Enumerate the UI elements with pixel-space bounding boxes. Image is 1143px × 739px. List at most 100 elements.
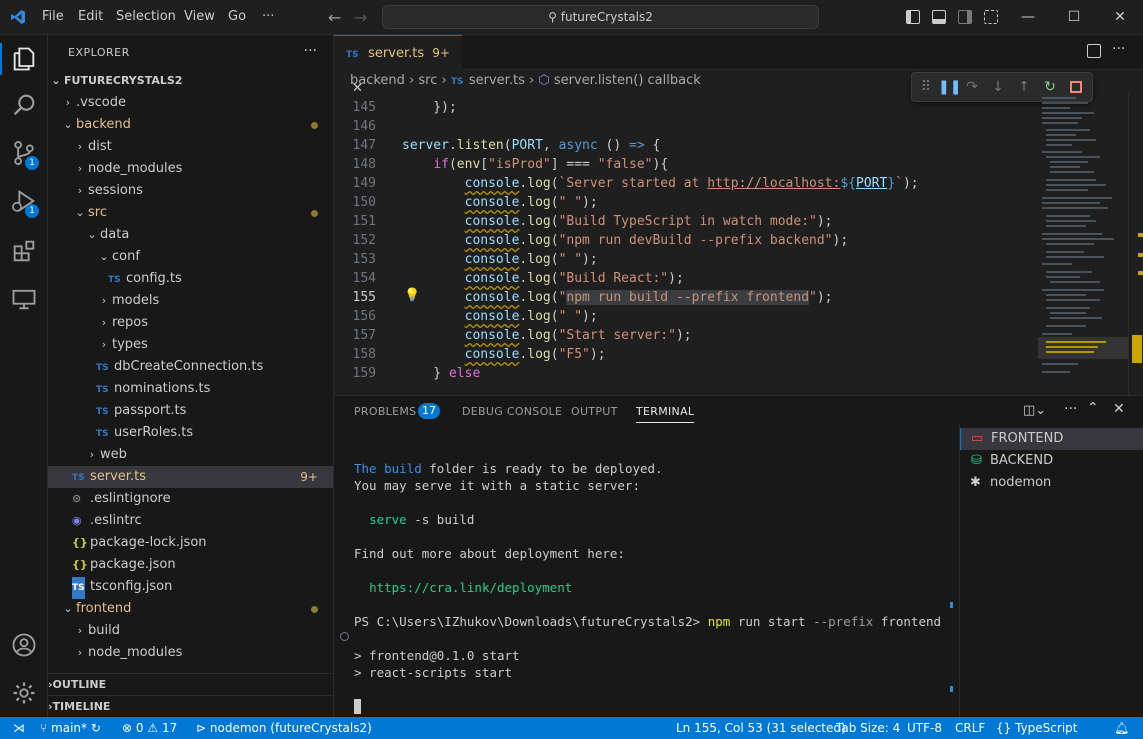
settings-gear-icon[interactable] bbox=[10, 679, 38, 707]
explorer-icon[interactable] bbox=[10, 45, 38, 73]
language-mode[interactable]: {} TypeScript bbox=[996, 717, 1077, 739]
close-window-icon[interactable]: ✕ bbox=[1108, 5, 1132, 29]
code-line[interactable]: 150 console.log(" "); bbox=[334, 193, 1038, 212]
code-line[interactable]: 148 if(env["isProd"] === "false"){ bbox=[334, 155, 1038, 174]
menu-view[interactable]: View bbox=[184, 9, 215, 24]
tree-item[interactable]: {} package.json bbox=[48, 554, 333, 576]
command-decoration-icon[interactable] bbox=[340, 632, 349, 641]
tree-item[interactable]: › models bbox=[48, 290, 333, 312]
tree-item[interactable]: › repos bbox=[48, 312, 333, 334]
breadcrumb-file[interactable]: server.ts bbox=[469, 73, 525, 88]
extensions-icon[interactable] bbox=[10, 237, 38, 265]
tree-item[interactable]: TS userRoles.ts bbox=[48, 422, 333, 444]
tab-output[interactable]: OUTPUT bbox=[571, 405, 618, 418]
tab-problems[interactable]: PROBLEMS bbox=[354, 405, 416, 418]
end-of-line[interactable]: CRLF bbox=[955, 717, 985, 739]
tree-item[interactable]: {} package-lock.json bbox=[48, 532, 333, 554]
forward-arrow-icon[interactable]: → bbox=[354, 8, 367, 27]
tree-item[interactable]: › web bbox=[48, 444, 333, 466]
tree-item[interactable]: ⌄ frontend bbox=[48, 598, 333, 620]
code-view[interactable]: 145 }); 146 147 server.listen(PORT, async (… bbox=[334, 98, 1038, 395]
code-line[interactable]: 156 console.log(" "); bbox=[334, 307, 1038, 326]
code-line[interactable]: 151 console.log("Build TypeScript in wat… bbox=[334, 212, 1038, 231]
tree-item[interactable]: TS config.ts bbox=[48, 268, 333, 290]
drag-handle-icon[interactable]: ⠿ bbox=[918, 79, 934, 95]
breadcrumb-backend[interactable]: backend bbox=[350, 73, 405, 88]
tab-terminal[interactable]: TERMINAL bbox=[636, 405, 695, 423]
toggle-panel-icon[interactable] bbox=[932, 10, 946, 24]
editor-more-icon[interactable]: ··· bbox=[1112, 41, 1125, 57]
maximize-panel-icon[interactable]: ⌃ bbox=[1087, 400, 1099, 416]
sidebar-more-icon[interactable]: ··· bbox=[304, 43, 317, 59]
code-line[interactable]: 158 console.log("F5"); bbox=[334, 345, 1038, 364]
cursor-position[interactable]: Ln 155, Col 53 (31 selected) bbox=[676, 717, 846, 739]
code-line[interactable]: 147 server.listen(PORT, async () => { bbox=[334, 136, 1038, 155]
menu-file[interactable]: File bbox=[42, 9, 64, 24]
tree-item[interactable]: TS dbCreateConnection.ts bbox=[48, 356, 333, 378]
step-out-icon[interactable]: ↑ bbox=[1016, 79, 1032, 95]
tree-item[interactable]: › sessions bbox=[48, 180, 333, 202]
split-terminal-icon[interactable]: ◫⌄ bbox=[1023, 403, 1046, 418]
tree-item[interactable]: › node_modules bbox=[48, 158, 333, 180]
tree-item[interactable]: ⌄ backend bbox=[48, 114, 333, 136]
minimap[interactable] bbox=[1038, 93, 1128, 395]
tree-item[interactable]: ⌄ conf bbox=[48, 246, 333, 268]
outline-section[interactable]: ›OUTLINE bbox=[48, 673, 333, 695]
command-center-search[interactable]: ⚲ futureCrystals2 bbox=[382, 5, 819, 29]
step-into-icon[interactable]: ↓ bbox=[990, 79, 1006, 95]
debug-session-indicator[interactable]: ⊳ nodemon (futureCrystals2) bbox=[196, 717, 372, 739]
customize-layout-icon[interactable] bbox=[984, 10, 998, 24]
tree-item[interactable]: › .vscode bbox=[48, 92, 333, 114]
search-icon[interactable] bbox=[10, 91, 38, 119]
terminal-item-frontend[interactable]: ▭ FRONTEND bbox=[960, 428, 1143, 450]
back-arrow-icon[interactable]: ← bbox=[328, 8, 341, 27]
remote-explorer-icon[interactable] bbox=[10, 285, 38, 313]
tree-item[interactable]: TS passport.ts bbox=[48, 400, 333, 422]
tree-item[interactable]: ◉ .eslintrc bbox=[48, 510, 333, 532]
tree-item[interactable]: ⊙ .eslintignore bbox=[48, 488, 333, 510]
timeline-section[interactable]: ›TIMELINE bbox=[48, 695, 333, 717]
notifications-bell-icon[interactable]: 🔔︎ bbox=[1114, 717, 1129, 739]
branch-indicator[interactable]: ⑂ main* ↻ bbox=[40, 717, 101, 739]
maximize-icon[interactable]: ☐ bbox=[1062, 5, 1086, 29]
menu-selection[interactable]: Selection bbox=[116, 9, 176, 24]
tree-item[interactable]: › types bbox=[48, 334, 333, 356]
tree-item[interactable]: ⌄ data bbox=[48, 224, 333, 246]
pause-icon[interactable]: ❚❚ bbox=[938, 79, 961, 95]
terminal-output[interactable]: The build folder is ready to be deployed… bbox=[334, 424, 954, 718]
menu-edit[interactable]: Edit bbox=[78, 9, 103, 24]
tree-item[interactable]: ⌄ src bbox=[48, 202, 333, 224]
toggle-sidebar-icon[interactable] bbox=[906, 10, 920, 24]
tree-item[interactable]: TS tsconfig.json bbox=[48, 576, 333, 599]
remote-indicator-icon[interactable]: ⋊ bbox=[13, 717, 25, 739]
toggle-secondary-sidebar-icon[interactable] bbox=[958, 10, 972, 24]
code-line[interactable]: 153 console.log(" "); bbox=[334, 250, 1038, 269]
minimize-icon[interactable]: — bbox=[1016, 5, 1040, 29]
code-line[interactable]: 154 console.log("Build React:"); bbox=[334, 269, 1038, 288]
editor-scrollbar[interactable] bbox=[1128, 93, 1143, 395]
terminal-item-backend[interactable]: ⛁ BACKEND bbox=[960, 450, 1143, 472]
code-line[interactable]: 155 console.log("npm run build --prefix … bbox=[334, 288, 1038, 307]
tree-item[interactable]: TS nominations.ts bbox=[48, 378, 333, 400]
menu-go[interactable]: Go bbox=[228, 9, 246, 24]
encoding[interactable]: UTF-8 bbox=[907, 717, 942, 739]
code-line[interactable]: 159 } else bbox=[334, 364, 1038, 383]
breadcrumb-symbol[interactable]: server.listen() callback bbox=[554, 73, 701, 88]
problems-indicator[interactable]: ⊗ 0 ⚠ 17 bbox=[122, 717, 177, 739]
tab-server-ts[interactable]: TS server.ts 9+ ✕ bbox=[334, 35, 462, 96]
menu-more[interactable]: ··· bbox=[262, 9, 274, 24]
breadcrumb-src[interactable]: src bbox=[418, 73, 437, 88]
tree-item[interactable]: › build bbox=[48, 620, 333, 642]
code-line[interactable]: 149 console.log(`Server started at http:… bbox=[334, 174, 1038, 193]
close-panel-icon[interactable]: ✕ bbox=[1113, 401, 1125, 417]
lightbulb-icon[interactable]: 💡 bbox=[404, 288, 420, 303]
tab-debug-console[interactable]: DEBUG CONSOLE bbox=[462, 405, 562, 418]
account-icon[interactable] bbox=[10, 631, 38, 659]
code-line[interactable]: 146 bbox=[334, 117, 1038, 136]
terminal-item-nodemon[interactable]: ✱ nodemon bbox=[960, 472, 1143, 494]
tree-item[interactable]: › dist bbox=[48, 136, 333, 158]
tree-item[interactable]: › node_modules bbox=[48, 642, 333, 664]
terminal-scrollbar[interactable] bbox=[947, 424, 959, 718]
workspace-root[interactable]: ⌄ FUTURECRYSTALS2 bbox=[48, 70, 333, 92]
code-line[interactable]: 152 console.log("npm run devBuild --pref… bbox=[334, 231, 1038, 250]
